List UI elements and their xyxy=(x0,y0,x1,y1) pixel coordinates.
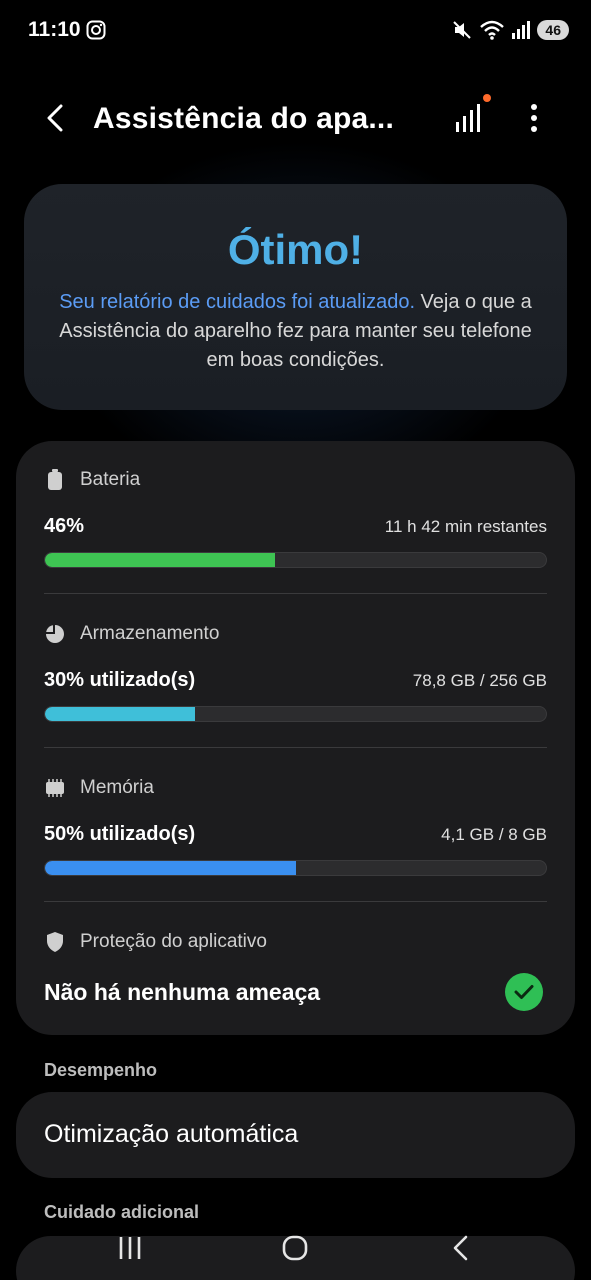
battery-icon xyxy=(44,469,66,491)
memory-bar-fill xyxy=(45,861,296,875)
memory-bar xyxy=(44,860,547,876)
mute-icon xyxy=(453,21,472,39)
battery-bar xyxy=(44,552,547,568)
battery-remaining: 11 h 42 min restantes xyxy=(384,517,547,536)
divider xyxy=(44,747,547,748)
memory-label: Memória xyxy=(80,777,154,798)
more-options-button[interactable] xyxy=(518,98,550,138)
device-care-screen: 11:10 46 Assistência do apa... Ótimo! Se… xyxy=(0,0,591,1280)
divider xyxy=(44,901,547,902)
status-bar: 11:10 46 xyxy=(0,0,591,60)
shield-icon xyxy=(44,931,66,953)
care-report-link[interactable]: Seu relatório de cuidados foi atualizado… xyxy=(59,291,415,313)
check-icon xyxy=(505,973,543,1011)
battery-percent: 46% xyxy=(44,515,85,537)
status-title: Ótimo! xyxy=(227,226,364,273)
home-button[interactable] xyxy=(273,1226,317,1270)
device-stats-card: Bateria 46% 11 h 42 min restantes Armaze… xyxy=(16,441,575,1035)
threat-status: Não há nenhuma ameaça xyxy=(44,978,321,1005)
storage-bar xyxy=(44,706,547,722)
divider xyxy=(44,593,547,594)
app-protection-section[interactable]: Proteção do aplicativo Não há nenhuma am… xyxy=(44,927,547,1011)
storage-label: Armazenamento xyxy=(80,623,220,644)
chevron-left-icon xyxy=(47,104,63,132)
recent-apps-icon xyxy=(119,1237,141,1259)
battery-bar-fill xyxy=(45,553,276,567)
battery-label: Bateria xyxy=(80,469,141,490)
memory-percent: 50% utilizado(s) xyxy=(44,823,196,845)
report-button[interactable] xyxy=(448,94,494,140)
signal-icon xyxy=(512,21,531,39)
performance-section-label: Desempenho xyxy=(44,1060,158,1080)
storage-usage: 78,8 GB / 256 GB xyxy=(412,671,547,690)
home-icon xyxy=(282,1235,308,1261)
storage-percent: 30% utilizado(s) xyxy=(44,669,196,691)
care-report-text: Seu relatório de cuidados foi atualizado… xyxy=(46,288,546,375)
storage-bar-fill xyxy=(45,707,196,721)
notification-dot xyxy=(483,94,491,102)
wifi-icon xyxy=(480,20,505,40)
nav-back-button[interactable] xyxy=(439,1226,483,1270)
back-icon xyxy=(453,1235,468,1261)
back-button[interactable] xyxy=(36,98,76,138)
pie-chart-icon xyxy=(44,623,66,645)
battery-icon: 46 xyxy=(537,20,569,40)
care-report-card[interactable]: Ótimo! Seu relatório de cuidados foi atu… xyxy=(24,184,567,410)
signal-bars-icon xyxy=(456,104,480,132)
storage-section[interactable]: Armazenamento 30% utilizado(s) 78,8 GB /… xyxy=(44,619,547,722)
status-icons: 46 xyxy=(451,18,569,42)
more-vertical-icon xyxy=(531,104,537,132)
auto-optimization-item[interactable]: Otimização automática xyxy=(16,1092,575,1178)
app-protection-label: Proteção do aplicativo xyxy=(80,931,267,952)
status-time: 11:10 xyxy=(28,18,81,41)
instagram-icon xyxy=(86,20,106,40)
recent-apps-button[interactable] xyxy=(108,1226,152,1270)
memory-chip-icon xyxy=(44,777,66,799)
battery-section[interactable]: Bateria 46% 11 h 42 min restantes xyxy=(44,465,547,568)
page-title: Assistência do apa... xyxy=(93,102,394,135)
memory-section[interactable]: Memória 50% utilizado(s) 4,1 GB / 8 GB xyxy=(44,773,547,876)
navigation-bar xyxy=(0,1214,591,1280)
memory-usage: 4,1 GB / 8 GB xyxy=(441,825,547,844)
auto-optimization-label: Otimização automática xyxy=(44,1120,299,1148)
